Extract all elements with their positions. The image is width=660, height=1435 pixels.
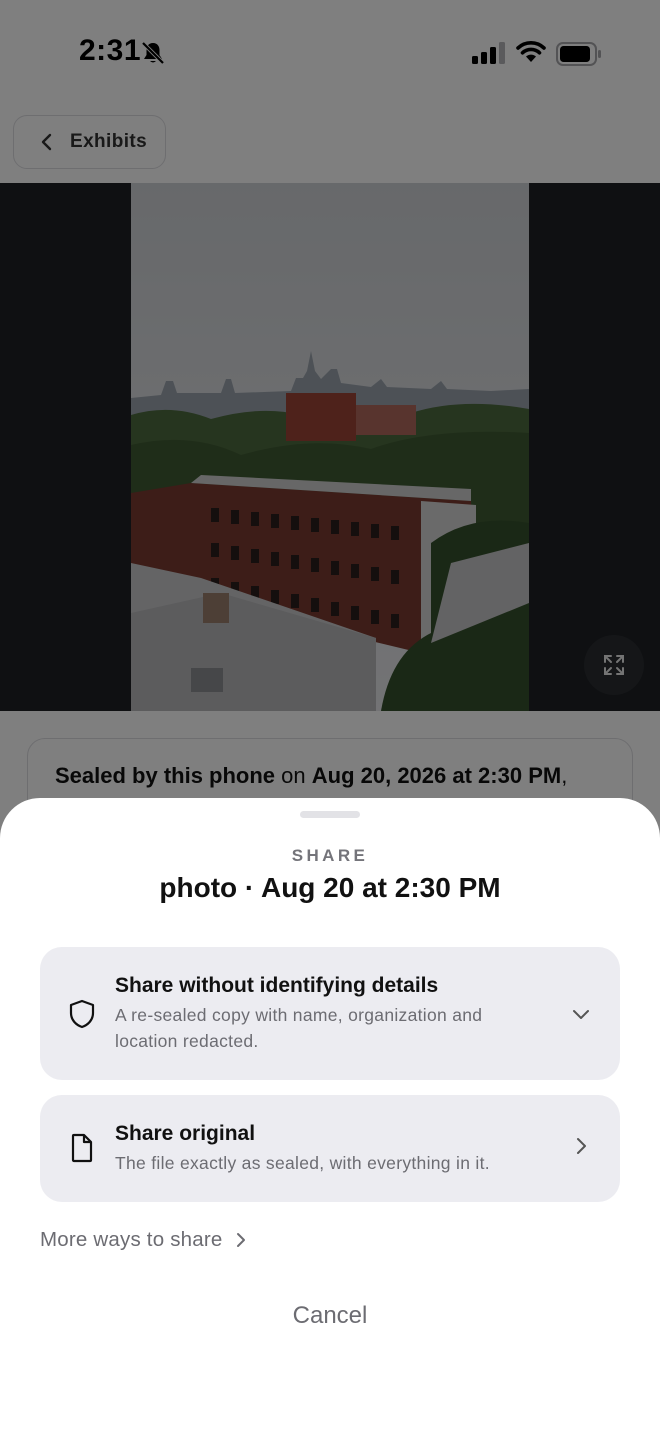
chevron-down-icon[interactable] (570, 1003, 592, 1025)
option-description: A re-sealed copy with name, organization… (115, 1005, 483, 1051)
share-original-option[interactable]: Share original The file exactly as seale… (40, 1095, 620, 1202)
more-ways-to-share-link[interactable]: More ways to share (40, 1228, 248, 1252)
chevron-right-icon (237, 1233, 246, 1247)
cancel-button[interactable]: Cancel (230, 1294, 430, 1338)
shield-icon (69, 999, 95, 1029)
chevron-right-icon (577, 1138, 586, 1154)
option-description: The file exactly as sealed, with everyth… (115, 1153, 490, 1173)
share-sheet: SHARE photo · Aug 20 at 2:30 PM Share wi… (0, 798, 660, 1435)
share-redacted-option[interactable]: Share without identifying details A re-s… (40, 947, 620, 1080)
option-title: Share original (115, 1122, 256, 1145)
option-title: Share without identifying details (115, 974, 439, 997)
sheet-eyebrow: SHARE (291, 846, 369, 865)
more-ways-label: More ways to share (40, 1228, 223, 1251)
document-icon (71, 1133, 93, 1163)
sheet-grabber[interactable] (300, 811, 360, 818)
sheet-title: photo · Aug 20 at 2:30 PM (159, 872, 501, 903)
